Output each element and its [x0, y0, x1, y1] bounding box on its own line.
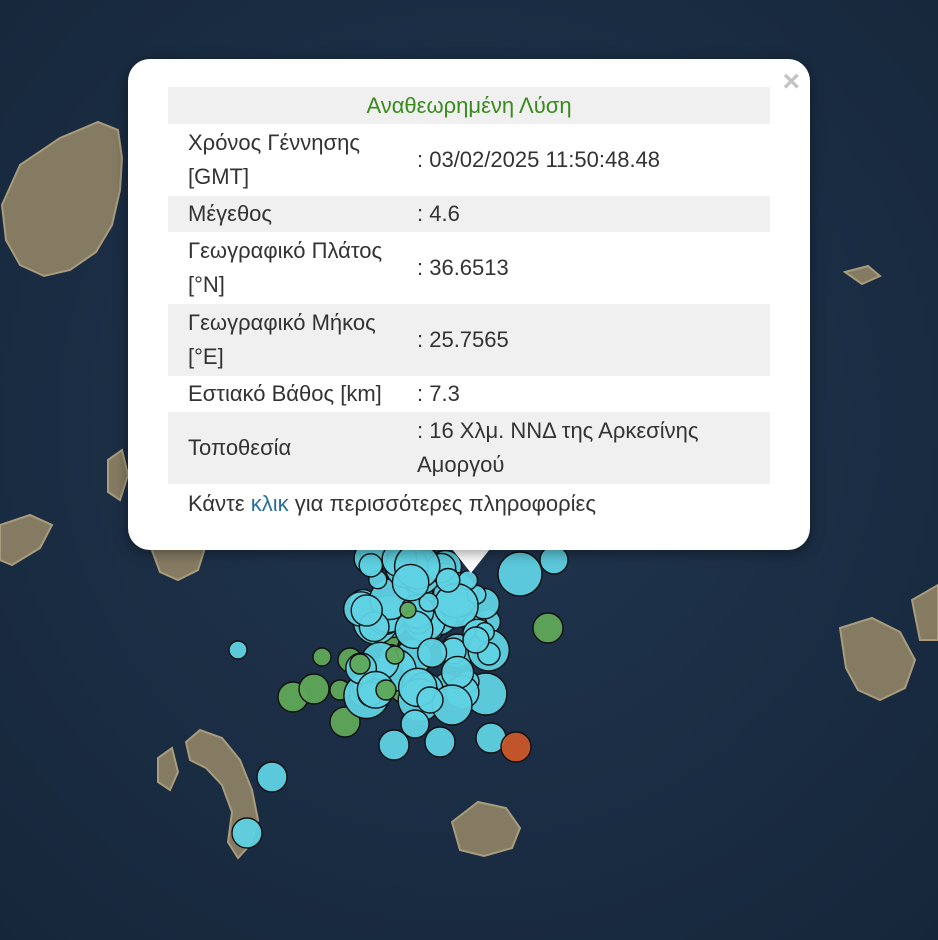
- earthquake-popup: × Αναθεωρημένη Λύση Χρόνος Γέννησης [GMT…: [128, 59, 810, 550]
- longitude-value: : 25.7565: [417, 304, 770, 376]
- earthquake-marker-cyan[interactable]: [400, 709, 430, 739]
- table-row: Μέγεθος : 4.6: [168, 196, 770, 232]
- more-info-link[interactable]: κλικ: [251, 491, 289, 516]
- earthquake-marker-green[interactable]: [312, 647, 332, 667]
- earthquake-marker-green[interactable]: [399, 601, 417, 619]
- depth-label: Εστιακό Βάθος [km]: [188, 381, 382, 406]
- magnitude-value: : 4.6: [417, 196, 770, 232]
- popup-tip: [452, 549, 490, 573]
- earthquake-marker-cyan[interactable]: [440, 655, 475, 690]
- table-header-row: Αναθεωρημένη Λύση: [168, 87, 770, 124]
- earthquake-marker-green[interactable]: [349, 653, 371, 675]
- earthquake-marker-cyan[interactable]: [416, 686, 444, 714]
- earthquake-marker-cyan[interactable]: [378, 729, 410, 761]
- solution-title: Αναθεωρημένη Λύση: [168, 87, 770, 124]
- latitude-value: : 36.6513: [417, 255, 509, 280]
- table-row: Τοποθεσία : 16 Χλμ. ΝΝΔ της Αρκεσίνης Αμ…: [168, 412, 770, 484]
- earthquake-marker-cyan[interactable]: [231, 817, 263, 849]
- close-icon[interactable]: ×: [782, 65, 800, 99]
- earthquake-marker-cyan[interactable]: [424, 726, 456, 758]
- latitude-label: Γεωγραφικό Πλάτος [°N]: [188, 238, 383, 297]
- more-info-suffix: για περισσότερες πληροφορίες: [288, 491, 596, 516]
- table-row: Γεωγραφικό Μήκος [°E] : 25.7565: [168, 304, 770, 376]
- table-row: Εστιακό Βάθος [km] : 7.3: [168, 376, 770, 412]
- earthquake-marker-cyan[interactable]: [256, 761, 288, 793]
- earthquake-marker-cyan[interactable]: [350, 594, 383, 627]
- earthquake-marker-cyan[interactable]: [416, 637, 448, 668]
- earthquake-marker-green[interactable]: [298, 673, 330, 705]
- earthquake-marker-green[interactable]: [532, 612, 564, 644]
- depth-value: : 7.3: [417, 381, 460, 406]
- origin-time-label: Χρόνος Γέννησης [GMT]: [188, 130, 360, 189]
- earthquake-marker-cyan[interactable]: [391, 563, 430, 602]
- earthquake-marker-cyan[interactable]: [462, 626, 490, 654]
- earthquake-details-table: Αναθεωρημένη Λύση Χρόνος Γέννησης [GMT] …: [168, 87, 770, 484]
- magnitude-label: Μέγεθος: [168, 196, 417, 232]
- table-row: Γεωγραφικό Πλάτος [°N] : 36.6513: [168, 232, 770, 304]
- origin-time-value: : 03/02/2025 11:50:48.48: [417, 147, 661, 172]
- earthquake-marker-orange[interactable]: [500, 731, 532, 763]
- earthquake-marker-green[interactable]: [385, 645, 405, 665]
- longitude-label: Γεωγραφικό Μήκος [°E]: [168, 304, 417, 376]
- earthquake-marker-green[interactable]: [375, 679, 397, 701]
- earthquake-marker-cyan[interactable]: [497, 551, 543, 597]
- more-info-prefix: Κάντε: [188, 491, 251, 516]
- location-label: Τοποθεσία: [168, 412, 417, 484]
- location-value: : 16 Χλμ. ΝΝΔ της Αρκεσίνης Αμοργού: [417, 412, 770, 484]
- more-info-line: Κάντε κλικ για περισσότερες πληροφορίες: [188, 487, 596, 521]
- earthquake-marker-cyan[interactable]: [228, 640, 248, 660]
- earthquake-marker-cyan[interactable]: [539, 545, 569, 575]
- earthquake-marker-cyan[interactable]: [358, 553, 384, 578]
- table-row: Χρόνος Γέννησης [GMT] : 03/02/2025 11:50…: [168, 124, 770, 196]
